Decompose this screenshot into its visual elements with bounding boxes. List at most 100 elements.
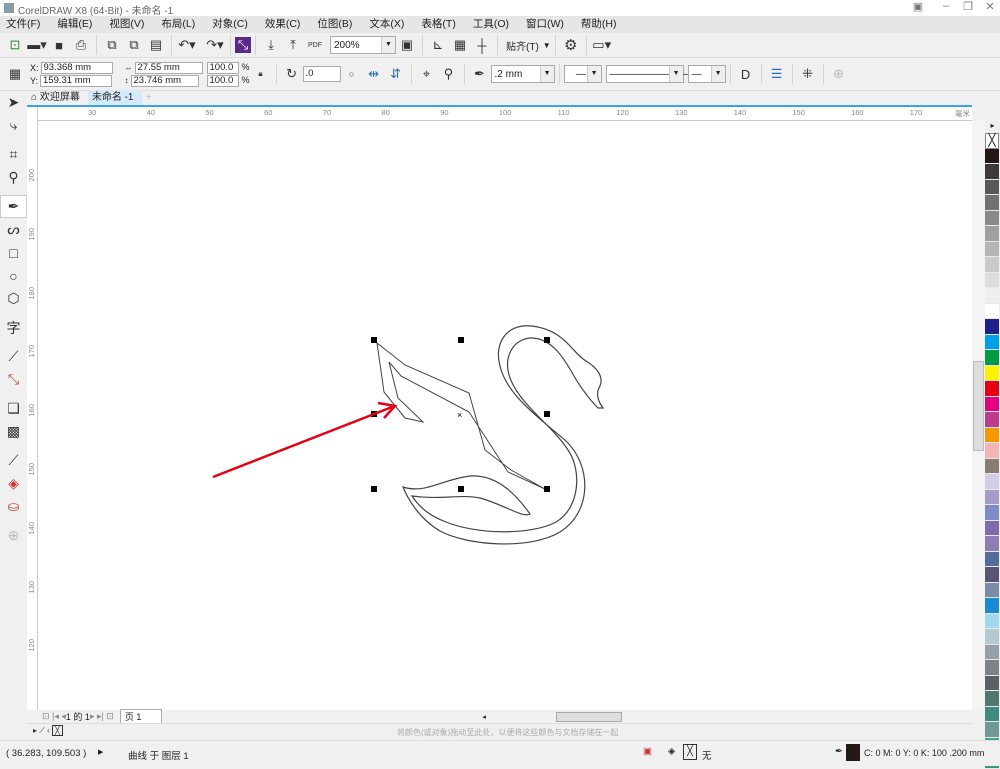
color-swatch[interactable]: [985, 396, 999, 412]
tab-untitled-1[interactable]: 未命名 -1: [87, 90, 142, 105]
color-swatch[interactable]: [985, 675, 999, 691]
menu-layout[interactable]: 布局(L): [161, 16, 195, 33]
color-swatch[interactable]: [985, 195, 999, 211]
lock-ratio-icon[interactable]: 🔒︎: [250, 64, 272, 84]
artistic-media-icon[interactable]: ᔕ: [0, 218, 27, 241]
color-swatch[interactable]: [985, 644, 999, 660]
color-swatch[interactable]: [985, 365, 999, 381]
color-swatch[interactable]: [985, 241, 999, 257]
color-swatch[interactable]: [985, 319, 999, 335]
menu-bitmaps[interactable]: 位图(B): [317, 16, 352, 33]
color-swatch[interactable]: [985, 598, 999, 614]
color-swatch[interactable]: [985, 582, 999, 598]
color-swatch[interactable]: [985, 706, 999, 722]
full-screen-icon[interactable]: ▣: [396, 35, 418, 55]
parallel-dimension-icon[interactable]: ⟋: [0, 345, 27, 368]
grid-icon[interactable]: ▦: [449, 35, 471, 55]
color-swatch[interactable]: [985, 474, 999, 490]
tab-welcome-screen[interactable]: ⌂ 欢迎屏幕: [27, 90, 88, 105]
color-swatch[interactable]: [985, 257, 999, 273]
start-arrow-select[interactable]: — ▼: [563, 65, 602, 83]
color-swatch[interactable]: [985, 272, 999, 288]
color-swatch[interactable]: [985, 427, 999, 443]
scale-y-field[interactable]: 100.0: [206, 74, 239, 87]
minimize-button[interactable]: –: [936, 0, 956, 16]
zoom-level-select[interactable]: 200% ▼: [330, 36, 396, 54]
copy-icon[interactable]: ⧉: [123, 35, 145, 55]
color-swatch[interactable]: [985, 505, 999, 521]
expand-arrow-icon[interactable]: ▶: [98, 748, 103, 756]
color-swatch[interactable]: [985, 334, 999, 350]
drawing-canvas[interactable]: [38, 121, 972, 710]
scroll-thumb[interactable]: [555, 711, 622, 722]
no-color-swatch[interactable]: ╳: [985, 133, 999, 149]
menu-window[interactable]: 窗口(W): [526, 16, 564, 33]
menu-tools[interactable]: 工具(O): [473, 16, 509, 33]
open-icon[interactable]: ▬▾: [26, 35, 48, 55]
add-tool-icon[interactable]: ⊕: [0, 524, 27, 547]
application-launcher-icon[interactable]: ▭▾: [591, 35, 613, 55]
color-swatch[interactable]: [985, 613, 999, 629]
y-position-field[interactable]: 159.31 mm: [40, 74, 113, 87]
menu-help[interactable]: 帮助(H): [581, 16, 617, 33]
color-proof-icon[interactable]: ▣: [643, 746, 652, 757]
save-icon[interactable]: ■: [48, 35, 70, 55]
search-content-icon[interactable]: ⤡: [235, 37, 251, 53]
document-palette-controls[interactable]: ▸ ⟋ ‹ ╳: [33, 725, 63, 736]
color-swatch[interactable]: [985, 381, 999, 397]
close-button[interactable]: ✕: [980, 0, 1000, 16]
page-tab-1[interactable]: 页 1: [119, 709, 163, 724]
scroll-thumb[interactable]: [973, 361, 984, 451]
mirror-horizontal-icon[interactable]: ⇹: [363, 64, 385, 84]
color-swatch[interactable]: [985, 443, 999, 459]
page-nav-buttons-next[interactable]: ▸ ▸| ⊡: [90, 711, 114, 722]
snap-to-menu[interactable]: 贴齐(T): [506, 38, 539, 53]
smart-fill-icon[interactable]: ⛀: [0, 495, 27, 518]
width-field[interactable]: 27.55 mm: [134, 61, 203, 74]
color-swatch[interactable]: [985, 412, 999, 428]
color-swatch[interactable]: [985, 179, 999, 195]
cut-icon[interactable]: ⧉: [101, 35, 123, 55]
color-swatch[interactable]: [985, 691, 999, 707]
color-swatch[interactable]: [985, 520, 999, 536]
rectangle-tool-icon[interactable]: □: [0, 241, 27, 264]
text-tool-icon[interactable]: 字: [0, 316, 27, 339]
pen-tool-icon[interactable]: ✒: [0, 195, 27, 218]
palette-scroll-up[interactable]: ▸: [985, 121, 1000, 133]
height-field[interactable]: 23.746 mm: [130, 74, 199, 87]
options-gear-icon[interactable]: ⚙: [560, 35, 582, 55]
publish-pdf-icon[interactable]: PDF: [304, 35, 326, 55]
menu-view[interactable]: 视图(V): [109, 16, 144, 33]
undo-icon[interactable]: ↶▾: [176, 35, 198, 55]
end-arrow-select[interactable]: — ▼: [687, 65, 726, 83]
extract-subpath-icon[interactable]: ⁜: [797, 64, 819, 84]
menu-object[interactable]: 对象(C): [212, 16, 248, 33]
print-icon[interactable]: ⎙: [70, 35, 92, 55]
interactive-fill-icon[interactable]: ◈: [0, 472, 27, 495]
close-curve-icon[interactable]: D: [735, 64, 757, 84]
scale-x-field[interactable]: 100.0: [206, 61, 239, 74]
drop-shadow-icon[interactable]: ❏: [0, 397, 27, 420]
color-swatch[interactable]: [985, 303, 999, 319]
transparency-tool-icon[interactable]: ▩: [0, 420, 27, 443]
menu-text[interactable]: 文本(X): [369, 16, 404, 33]
reference-point-icon[interactable]: ▦: [4, 64, 26, 84]
rulers-icon[interactable]: ⊾: [427, 35, 449, 55]
color-swatch[interactable]: [985, 164, 999, 180]
vertical-ruler[interactable]: 200 190 180 170 160 150 140 130 120: [27, 107, 38, 710]
account-icon[interactable]: ▣: [908, 0, 928, 16]
vertical-scrollbar[interactable]: [972, 121, 985, 710]
color-swatch[interactable]: [985, 567, 999, 583]
color-swatch[interactable]: [985, 210, 999, 226]
redo-icon[interactable]: ↷▾: [204, 35, 226, 55]
line-style-select[interactable]: ———————— ▼: [605, 65, 690, 83]
menu-effects[interactable]: 效果(C): [265, 16, 301, 33]
horizontal-ruler[interactable]: 30 40 50 60 70 80 90 100 110 120 130 140 150 160 170 毫米: [38, 107, 972, 121]
menu-table[interactable]: 表格(T): [421, 16, 455, 33]
color-swatch[interactable]: [985, 536, 999, 552]
add-icon[interactable]: ⊕: [828, 64, 850, 84]
new-document-icon[interactable]: ⊡: [4, 35, 26, 55]
export-icon[interactable]: ⤒: [282, 35, 304, 55]
node-edit-icon[interactable]: ⚲: [438, 64, 460, 84]
polygon-tool-icon[interactable]: ⬡: [0, 287, 27, 310]
